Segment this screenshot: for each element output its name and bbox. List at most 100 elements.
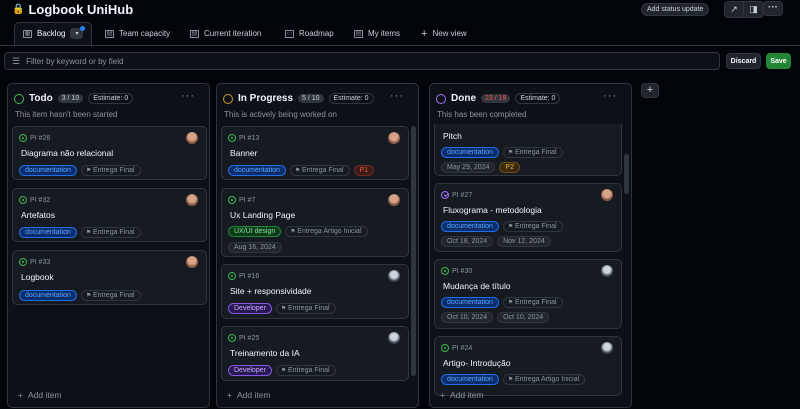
column-name: Done [451,93,476,104]
card-pi-24[interactable]: PI #24 Artigo- Introdução documentation … [434,336,622,396]
column-description: This is actively being worked on [224,110,337,119]
avatar[interactable] [388,132,400,144]
milestone-label[interactable]: Entrega Artigo Inicial [502,374,586,385]
card-title[interactable]: Treinamento da IA [230,348,300,358]
column-menu-icon[interactable]: ··· [603,90,617,102]
side-panel-icon[interactable]: ◨ [744,2,763,17]
card-title[interactable]: Site + responsividade [230,286,312,296]
add-column-button[interactable]: + [641,83,659,98]
label-documentation[interactable]: documentation [441,221,499,232]
card-pi-32[interactable]: PI #32 Artefatos documentation Entrega F… [12,188,207,242]
label-documentation[interactable]: documentation [19,227,77,238]
avatar[interactable] [186,194,198,206]
add-item-button[interactable]: + Add item [227,390,271,400]
tab-team-capacity[interactable]: ▤ Team capacity [105,22,170,45]
card-pi-13[interactable]: PI #13 Banner documentation Entrega Fina… [221,126,409,180]
label-documentation[interactable]: documentation [441,297,499,308]
tab-roadmap[interactable]: ▭ Roadmap [285,22,334,45]
label-ux-ui-design[interactable]: UX/UI design [228,226,282,237]
card-title[interactable]: Artigo- Introdução [443,358,511,368]
avatar[interactable] [388,270,400,282]
avatar[interactable] [186,256,198,268]
start-date-badge[interactable]: Oct 10, 2024 [441,312,494,323]
label-documentation[interactable]: documentation [441,374,499,385]
avatar[interactable] [601,342,613,354]
item-count-badge: 5 / 10 [298,94,324,103]
card-title[interactable]: Banner [230,148,257,158]
priority-badge[interactable]: P1 [353,165,375,176]
more-options-icon[interactable]: ··· [763,1,783,16]
milestone-label[interactable]: Entrega Final [275,365,336,376]
card-pi-30[interactable]: PI #30 Mudança de título documentation E… [434,259,622,329]
open-issue-icon [441,267,449,275]
add-item-button[interactable]: + Add item [18,390,62,400]
column-menu-icon[interactable]: ··· [181,90,195,102]
card-title[interactable]: Ux Landing Page [230,210,295,220]
tab-menu-icon[interactable]: ▾ [70,26,86,39]
card-pi-16[interactable]: PI #16 Site + responsividade Developer E… [221,264,409,319]
avatar[interactable] [601,189,613,201]
milestone-label[interactable]: Entrega Final [80,227,141,238]
label-documentation[interactable]: documentation [228,165,286,176]
milestone-label[interactable]: Entrega Final [289,165,350,176]
card-title[interactable]: Fluxograma - metodologia [443,205,542,215]
end-date-badge[interactable]: Nov 12, 2024 [497,236,551,247]
add-status-update-button[interactable]: Add status update [641,3,710,16]
filter-input[interactable]: ☰ Filter by keyword or by field [4,52,720,70]
card-pitch[interactable]: Pitch documentation Entrega Final May 29… [434,124,622,176]
scrollbar[interactable] [624,154,629,194]
top-bar: 🔒 Logbook UniHub Add status update ↗ ◨ ·… [0,0,800,20]
start-date-badge[interactable]: Oct 18, 2024 [441,236,494,247]
label-developer[interactable]: Developer [228,365,272,376]
insights-icon[interactable]: ↗ [725,2,744,17]
card-title[interactable]: Diagrama não relacional [21,148,113,158]
card-pi-33[interactable]: PI #33 Logbook documentation Entrega Fin… [12,250,207,305]
open-issue-icon [228,334,236,342]
milestone-label[interactable]: Entrega Final [502,147,563,158]
avatar[interactable] [601,265,613,277]
date-badge[interactable]: May 29, 2024 [441,162,496,173]
avatar[interactable] [388,332,400,344]
card-title[interactable]: Artefatos [21,210,55,220]
card-pi-26[interactable]: PI #26 Diagrama não relacional documenta… [12,126,207,180]
open-issue-icon [228,196,236,204]
tab-my-items[interactable]: ▤ My items [354,22,400,45]
end-date-badge[interactable]: Oct 10, 2024 [497,312,550,323]
milestone-label[interactable]: Entrega Artigo Inicial [285,226,368,237]
estimate-badge: Estimate: 0 [88,93,134,104]
filter-icon: ☰ [12,55,21,66]
column-header: In Progress 5 / 10 Estimate: 0 ··· This … [217,84,418,124]
scrollbar[interactable] [411,126,416,376]
column-todo: Todo 3 / 10 Estimate: 0 ··· This item ha… [7,83,210,408]
tab-current-iteration[interactable]: ▤ Current iteration [190,22,261,45]
card-pi-7[interactable]: PI #7 Ux Landing Page UX/UI design Entre… [221,188,409,257]
discard-button[interactable]: Discard [726,53,761,69]
label-documentation[interactable]: documentation [441,147,499,158]
card-title[interactable]: Logbook [21,272,54,282]
milestone-label[interactable]: Entrega Final [502,221,563,232]
add-item-button[interactable]: + Add item [440,390,484,400]
milestone-label[interactable]: Entrega Final [275,303,336,314]
card-title[interactable]: Mudança de título [443,281,511,291]
add-item-label: Add item [449,390,484,400]
column-menu-icon[interactable]: ··· [390,90,404,102]
avatar[interactable] [186,132,198,144]
label-documentation[interactable]: documentation [19,165,77,176]
label-developer[interactable]: Developer [228,303,272,314]
card-title[interactable]: Pitch [443,131,462,141]
milestone-label[interactable]: Entrega Final [80,165,141,176]
card-pi-27[interactable]: PI #27 Fluxograma - metodologia document… [434,183,622,252]
label-documentation[interactable]: documentation [19,290,77,301]
table-icon: ▤ [105,29,114,38]
card-pi-25[interactable]: PI #25 Treinamento da IA Developer Entre… [221,326,409,381]
date-badge[interactable]: Aug 16, 2024 [228,242,282,253]
new-view-button[interactable]: + New view [421,22,467,45]
plus-icon: + [227,390,232,400]
milestone-label[interactable]: Entrega Final [502,297,563,308]
save-button[interactable]: Save [766,53,791,69]
add-item-label: Add item [27,390,62,400]
avatar[interactable] [388,194,400,206]
tab-backlog[interactable]: ▦ Backlog ▾ [14,22,93,45]
priority-badge[interactable]: P2 [499,162,520,173]
milestone-label[interactable]: Entrega Final [80,290,141,301]
